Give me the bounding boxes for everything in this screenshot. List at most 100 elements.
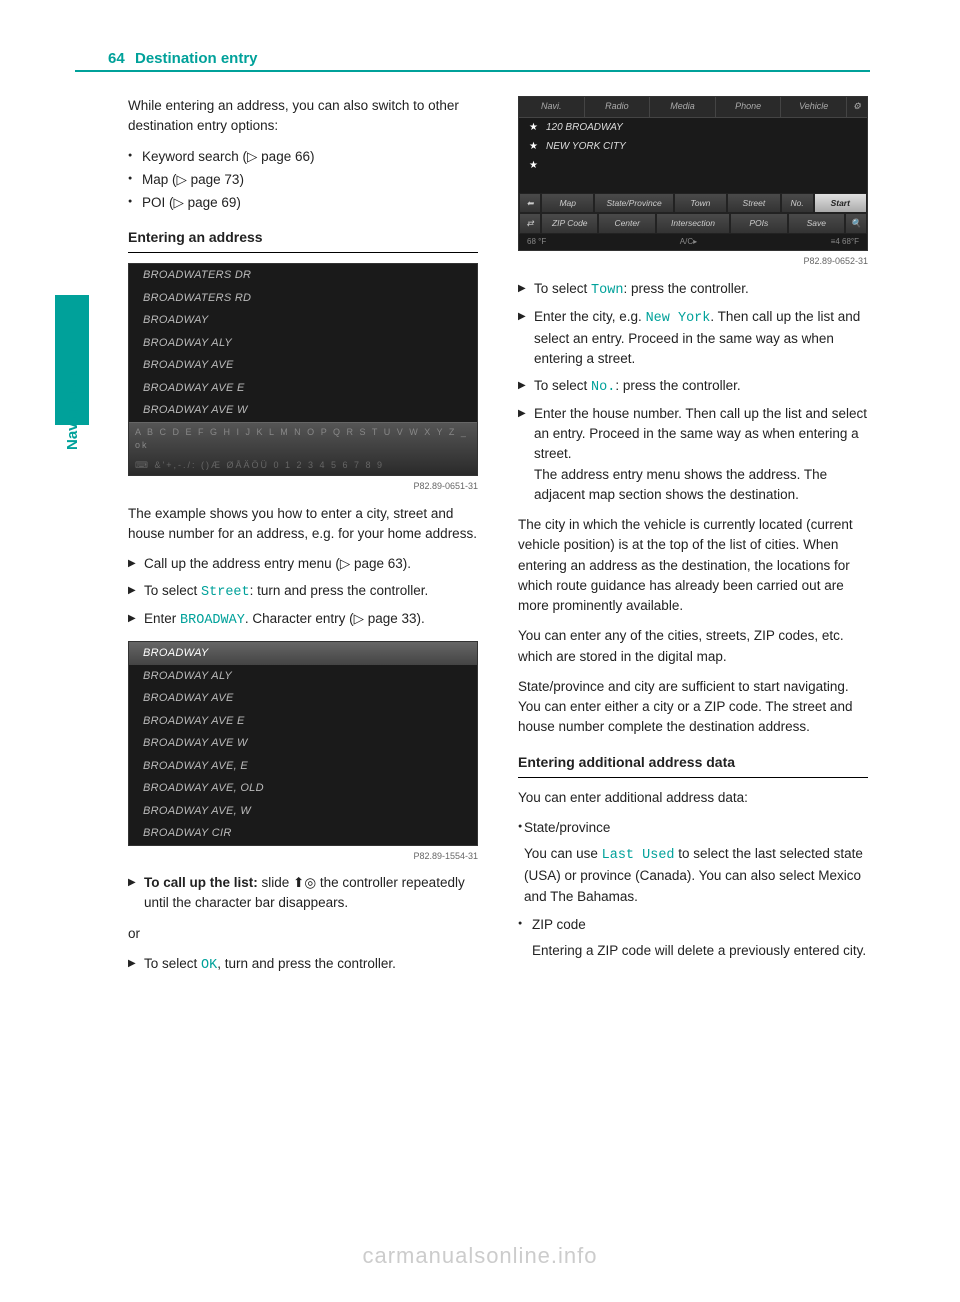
tab-settings-icon: ⚙	[847, 97, 867, 117]
option-map: Map (▷ page 73)	[142, 170, 244, 190]
bullet-icon: ●	[128, 193, 142, 213]
list-item: BROADWAY	[129, 642, 477, 665]
options-list: ●Keyword search (▷ page 66) ●Map (▷ page…	[128, 147, 478, 214]
step-icon: ▶	[128, 954, 144, 976]
star-icon: ★	[529, 120, 538, 135]
btn-start: Start	[814, 193, 867, 214]
button-row-1: ⬅ Map State/Province Town Street No. Sta…	[519, 193, 867, 214]
swap-icon: ⇄	[519, 213, 541, 234]
address-line: 120 BROADWAY	[546, 120, 623, 135]
step-list: ▶Call up the address entry menu (▷ page …	[128, 554, 478, 631]
step-body: To select No.: press the controller.	[534, 376, 868, 398]
search-icon: 🔍	[845, 213, 867, 234]
btn-state: State/Province	[594, 193, 673, 214]
section-rule	[518, 777, 868, 778]
step-icon: ▶	[518, 279, 534, 301]
content-area: While entering an address, you can also …	[128, 96, 868, 986]
list-item: BROADWAY AVE, OLD	[129, 777, 477, 800]
btn-zip: ZIP Code	[541, 213, 598, 234]
comand-screenshot-list: BROADWAY BROADWAY ALY BROADWAY AVE BROAD…	[128, 641, 478, 846]
or-text: or	[128, 924, 478, 944]
list-item: BROADWAY CIR	[129, 822, 477, 845]
step-body: Call up the address entry menu (▷ page 6…	[144, 554, 478, 574]
list-item: BROADWAY AVE W	[129, 732, 477, 755]
page-number: 64	[108, 48, 125, 71]
body-text: You can enter any of the cities, streets…	[518, 626, 868, 667]
btn-center: Center	[598, 213, 655, 234]
header-rule	[75, 70, 870, 72]
watermark: carmanualsonline.info	[0, 1239, 960, 1272]
step-icon: ▶	[518, 307, 534, 370]
bullet-body: ZIP code Entering a ZIP code will delete…	[532, 915, 866, 962]
figure-caption: P82.89-0652-31	[518, 255, 868, 269]
bullet-icon: ●	[128, 147, 142, 167]
body-text: The example shows you how to enter a cit…	[128, 504, 478, 545]
step-list: ▶To select Town: press the controller. ▶…	[518, 279, 868, 506]
tab-radio: Radio	[585, 97, 651, 117]
comand-screenshot-keyboard: BROADWATERS DR BROADWATERS RD BROADWAY B…	[128, 263, 478, 476]
back-icon: ⬅	[519, 193, 541, 214]
bullet-label: ZIP code	[532, 915, 866, 935]
tab-phone: Phone	[716, 97, 782, 117]
step-body: To select Town: press the controller.	[534, 279, 868, 301]
tab-media: Media	[650, 97, 716, 117]
step-body: To select OK, turn and press the control…	[144, 954, 478, 976]
step-icon: ▶	[518, 376, 534, 398]
list-item: BROADWAY ALY	[129, 665, 477, 688]
list-item: BROADWATERS RD	[129, 287, 477, 310]
list-item: BROADWAY AVE, E	[129, 755, 477, 778]
star-icon: ★	[529, 139, 538, 154]
additional-data-list: ● State/province You can use Last Used t…	[518, 818, 868, 962]
list-item: BROADWAY	[129, 309, 477, 332]
body-text: You can enter additional address data:	[518, 788, 868, 808]
section-heading-additional-data: Entering additional address data	[518, 752, 868, 773]
option-keyword: Keyword search (▷ page 66)	[142, 147, 314, 167]
list-item: BROADWAY AVE, W	[129, 800, 477, 823]
address-line: NEW YORK CITY	[546, 139, 626, 154]
body-text: State/province and city are sufficient t…	[518, 677, 868, 738]
body-text: The city in which the vehicle is current…	[518, 515, 868, 616]
step-list: ▶To call up the list: slide ⬆◎ the contr…	[128, 873, 478, 914]
list-item: BROADWAY ALY	[129, 332, 477, 355]
btn-pois: POIs	[730, 213, 787, 234]
section-heading-entering-address: Entering an address	[128, 227, 478, 248]
nav-tabs: Navi. Radio Media Phone Vehicle ⚙	[519, 97, 867, 118]
list-item: BROADWATERS DR	[129, 264, 477, 287]
status-temp-right: ≡4 68°F	[831, 236, 859, 248]
bullet-icon: ●	[518, 915, 532, 962]
btn-intersection: Intersection	[656, 213, 730, 234]
character-bar: A B C D E F G H I J K L M N O P Q R S T …	[129, 422, 477, 456]
btn-street: Street	[727, 193, 780, 214]
left-column: While entering an address, you can also …	[128, 96, 478, 986]
step-icon: ▶	[128, 609, 144, 631]
btn-no: No.	[781, 193, 814, 214]
tab-vehicle: Vehicle	[781, 97, 847, 117]
btn-save: Save	[788, 213, 845, 234]
step-body: Enter the house number. Then call up the…	[534, 404, 868, 505]
step-icon: ▶	[128, 873, 144, 914]
figure-caption: P82.89-0651-31	[128, 480, 478, 494]
step-icon: ▶	[128, 581, 144, 603]
bullet-label: State/province	[524, 818, 868, 838]
list-item: BROADWAY AVE E	[129, 377, 477, 400]
option-poi: POI (▷ page 69)	[142, 193, 241, 213]
btn-town: Town	[674, 193, 727, 214]
button-row-2: ⇄ ZIP Code Center Intersection POIs Save…	[519, 213, 867, 234]
right-column: Navi. Radio Media Phone Vehicle ⚙ ★ 120 B…	[518, 96, 868, 986]
btn-map: Map	[541, 193, 594, 214]
bullet-icon: ●	[128, 170, 142, 190]
list-item: BROADWAY AVE	[129, 687, 477, 710]
side-label: Navigation	[62, 373, 85, 450]
tab-navi: Navi.	[519, 97, 585, 117]
step-icon: ▶	[518, 404, 534, 505]
step-body: Enter the city, e.g. New York. Then call…	[534, 307, 868, 370]
comand-screenshot-address-menu: Navi. Radio Media Phone Vehicle ⚙ ★ 120 B…	[518, 96, 868, 251]
list-item: BROADWAY AVE W	[129, 399, 477, 422]
character-bar-2: ⌨ &'+,-./: ()Æ ØÅÄÖÜ 0 1 2 3 4 5 6 7 8 9	[129, 456, 477, 476]
bullet-body: State/province You can use Last Used to …	[524, 818, 868, 907]
intro-text: While entering an address, you can also …	[128, 96, 478, 137]
list-item: BROADWAY AVE E	[129, 710, 477, 733]
status-ac: A/C▸	[680, 236, 697, 248]
page-title: Destination entry	[135, 48, 258, 71]
step-icon: ▶	[128, 554, 144, 574]
